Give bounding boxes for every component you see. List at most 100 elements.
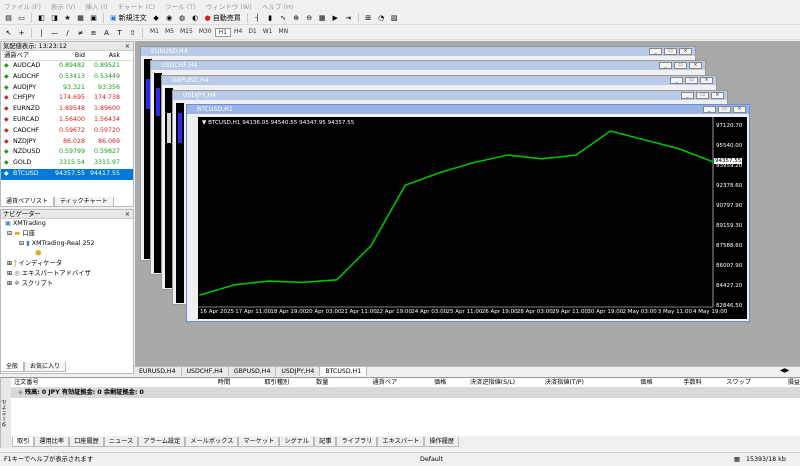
market-row-audjpy[interactable]: ◆ AUDJPY 93.321 93.356 [1,83,133,94]
maximize-icon[interactable]: ▭ [696,92,709,99]
tree-user[interactable]: ☻ [1,249,133,259]
tree-scripts[interactable]: ⊞ ✲ スクリプト [1,279,133,289]
arrows-icon[interactable]: ⇧ [127,27,138,38]
close-icon[interactable]: × [733,106,746,113]
terminal-icon[interactable]: ▦ [75,12,86,23]
maximize-icon[interactable]: ▭ [685,77,698,84]
metaeditor-icon[interactable]: ◆ [151,12,162,23]
market-row-nzdjpy[interactable]: ◆ NZDJPY 86.028 86.069 [1,137,133,148]
tab-tick-chart[interactable]: ティックチャート [54,197,114,207]
chart-window-btcusd[interactable]: BTCUSD,H1 _ ▭ × ▼ BTCUSD,H1 94136.05 94540.… [186,104,750,322]
market-row-gold[interactable]: ◆ GOLD 3315.54 3315.97 [1,158,133,169]
column-header[interactable]: 決済指値(T/P) [515,378,584,387]
tree-experts[interactable]: ⊞ ◎ エキスパートアドバイザ [1,269,133,279]
chart-canvas[interactable]: ▼ BTCUSD,H1 94136.05 94540.55 94347.95 9… [198,117,747,319]
column-header[interactable]: スワップ [702,378,751,387]
close-icon[interactable]: × [125,210,130,219]
timeframe-m30[interactable]: M30 [196,28,215,37]
new-order-button[interactable]: ▣ 新規注文 [108,12,149,23]
col-symbol[interactable]: 通貨ペア [1,51,53,60]
minimize-icon[interactable]: _ [670,77,683,84]
profiles-icon[interactable]: ▭ [16,12,27,23]
terminal-tab[interactable]: 運用比率 [34,437,70,447]
col-bid[interactable]: Bid [53,51,88,60]
account-icon[interactable]: ◐ [190,12,201,23]
col-ask[interactable]: Ask [88,51,123,60]
tab-symbols[interactable]: 通貨ペアリスト [0,197,55,207]
menu-item[interactable]: チャート (C) [118,1,156,11]
column-header[interactable]: 価格 [584,378,652,387]
market-row-chfjpy[interactable]: ◆ CHFJPY 174.695 174.738 [1,93,133,104]
text-icon[interactable]: A [101,27,112,38]
tab-common[interactable]: 全般 [0,362,25,372]
options-icon[interactable]: ◉ [164,12,175,23]
terminal-tab[interactable]: アラーム設定 [138,437,186,447]
vertical-line-icon[interactable]: | [36,27,47,38]
market-row-btcusd[interactable]: ◆ BTCUSD 94357.55 94417.55 [1,168,133,180]
tree-root[interactable]: ▣ XMTrading [1,219,133,229]
tree-account[interactable]: ⊟ ▮ XMTrading-Real 252 [1,239,133,249]
maximize-icon[interactable]: ▭ [674,62,687,69]
column-header[interactable]: 手数料 [653,378,702,387]
column-header[interactable]: 損益 [751,378,800,387]
menu-item[interactable]: 表示 (V) [51,1,76,11]
auto-trading-button[interactable]: ● 自動売買 [203,12,243,23]
column-header[interactable]: 通貨ペア [328,378,397,387]
market-row-audcad[interactable]: ◆ AUDCAD 0.89482 0.89521 [1,61,133,72]
menu-item[interactable]: ファイル (F) [4,1,41,11]
crosshair-icon[interactable]: + [16,27,27,38]
minimize-icon[interactable]: _ [659,62,672,69]
chart-tab[interactable]: USDJPY,H4 [276,367,321,376]
column-header[interactable]: 価格 [397,378,446,387]
tree-indicators[interactable]: ⊞ ƒ インディケータ [1,259,133,269]
candle-chart-icon[interactable]: ▮ [265,12,276,23]
tab-scroll-icon[interactable]: ◀▶ [780,367,789,374]
menu-item[interactable]: ウィンドウ (W) [206,1,252,11]
menu-item[interactable]: ヘルプ (H) [262,1,294,11]
column-header[interactable]: 数量 [289,378,328,387]
market-row-nzdusd[interactable]: ◆ NZDUSD 0.59799 0.59827 [1,147,133,158]
market-row-cadchf[interactable]: ◆ CADCHF 0.59672 0.59720 [1,126,133,137]
autoscroll-icon[interactable]: ▶ [330,12,341,23]
shift-icon[interactable]: ⇥ [343,12,354,23]
label-icon[interactable]: T [114,27,125,38]
market-watch-icon[interactable]: ◧ [36,12,47,23]
bar-chart-icon[interactable]: ┤ [252,12,263,23]
timeframe-m5[interactable]: M5 [162,28,177,37]
terminal-tab[interactable]: メールボックス [185,437,239,447]
line-chart-icon[interactable]: ∿ [278,12,289,23]
zoom-in-icon[interactable]: ⊕ [291,12,302,23]
indicators-icon[interactable]: ⊞ [363,12,374,23]
fibo-icon[interactable]: ≡ [88,27,99,38]
timeframe-w1[interactable]: W1 [260,28,276,37]
close-icon[interactable]: × [125,42,130,51]
market-row-eurnzd[interactable]: ◆ EURNZD 1.89548 1.89600 [1,104,133,115]
column-header[interactable]: 取引種別 [230,378,289,387]
maximize-icon[interactable]: ▭ [718,106,731,113]
terminal-tab[interactable]: ライブラリ [336,437,378,447]
timeframe-h1[interactable]: H1 [214,28,231,37]
balance-row[interactable]: ◈ 残高: 0 JPY 有効証拠金: 0 余剰証拠金: 0 [0,388,800,398]
timeframe-m1[interactable]: M1 [147,28,162,37]
terminal-tab[interactable]: 操作履歴 [424,437,460,447]
channel-icon[interactable]: ≠ [75,27,86,38]
chart-tab[interactable]: GBPUSD,H4 [228,367,277,376]
timeframe-d1[interactable]: D1 [245,28,259,37]
zoom-out-icon[interactable]: ⊖ [304,12,315,23]
templates-icon[interactable]: ▧ [389,12,400,23]
cursor-icon[interactable]: ↖ [3,27,14,38]
tree-accounts[interactable]: ⊟ ▬ 口座 [1,229,133,239]
terminal-tab[interactable]: 記事 [314,437,337,447]
column-header[interactable]: 決済逆指値(S/L) [446,378,515,387]
terminal-tab[interactable]: ニュース [103,437,139,447]
trendline-icon[interactable]: / [62,27,73,38]
period-icon[interactable]: ◔ [376,12,387,23]
market-row-eurcad[interactable]: ◆ EURCAD 1.56400 1.56434 [1,115,133,126]
terminal-tab[interactable]: エキスパート [377,437,425,447]
chart-tab[interactable]: BTCUSD,H1 [320,367,368,376]
minimize-icon[interactable]: _ [649,48,662,55]
chart-canvas[interactable] [176,103,184,303]
tile-icon[interactable]: ▦ [317,12,328,23]
horizontal-line-icon[interactable]: — [49,27,60,38]
data-window-icon[interactable]: ◨ [49,12,60,23]
